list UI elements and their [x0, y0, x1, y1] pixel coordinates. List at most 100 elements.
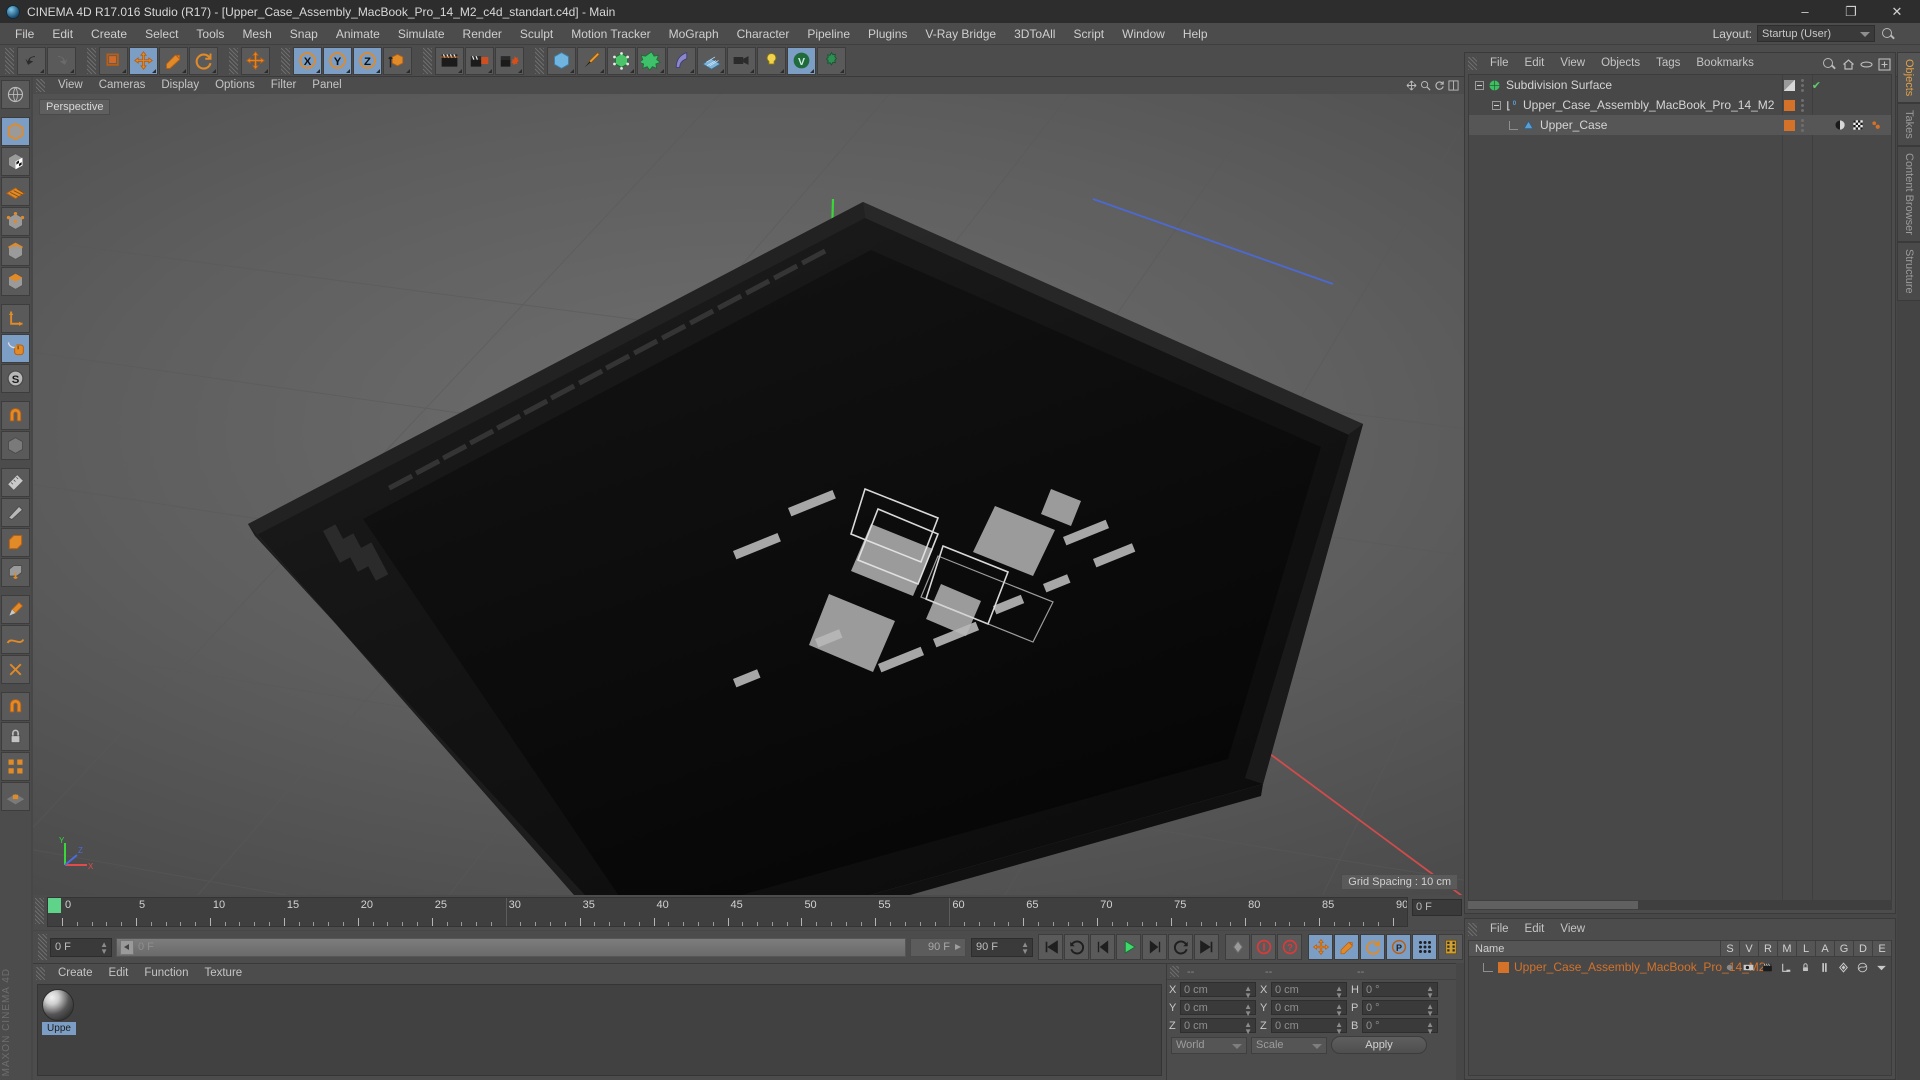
layer-menu-view[interactable]: View	[1552, 920, 1593, 938]
menu-item-pipeline[interactable]: Pipeline	[798, 23, 859, 45]
viewport-menu-panel[interactable]: Panel	[304, 77, 349, 94]
coord-input-rotation-b[interactable]: 0 °▲▼	[1362, 1018, 1438, 1033]
range-end-display[interactable]: 90 F	[910, 938, 966, 957]
object-layer-swatch[interactable]	[1784, 100, 1795, 111]
expand-toggle-icon[interactable]	[1492, 101, 1501, 110]
object-layer-swatch[interactable]	[1784, 80, 1795, 91]
object-dots-icon[interactable]	[1801, 79, 1805, 94]
render-to-picture-viewer-button[interactable]	[465, 47, 494, 75]
panel-grip-icon[interactable]	[36, 79, 45, 92]
coordinate-system-dropdown[interactable]: World	[1171, 1037, 1247, 1054]
polygons-mode-button[interactable]	[1, 267, 30, 296]
object-menu-objects[interactable]: Objects	[1593, 54, 1648, 72]
play-reverse-button[interactable]	[1064, 934, 1089, 960]
coord-input-size-x[interactable]: 0 cm▲▼	[1271, 982, 1347, 997]
menu-item-motion-tracker[interactable]: Motion Tracker	[562, 23, 659, 45]
object-menu-file[interactable]: File	[1482, 54, 1517, 72]
knife-tool-button[interactable]	[1, 498, 30, 527]
search-icon[interactable]	[1880, 26, 1896, 42]
play-forward-button[interactable]	[1116, 934, 1141, 960]
undo-button[interactable]	[17, 47, 46, 75]
object-row[interactable]: Upper_Case	[1469, 115, 1891, 135]
viewport-menu-display[interactable]: Display	[153, 77, 207, 94]
menu-item-help[interactable]: Help	[1174, 23, 1217, 45]
maximize-button[interactable]: ❐	[1828, 0, 1874, 23]
material-menu-texture[interactable]: Texture	[196, 964, 250, 982]
object-row[interactable]: 0Upper_Case_Assembly_MacBook_Pro_14_M2	[1469, 95, 1891, 115]
menu-item-simulate[interactable]: Simulate	[389, 23, 454, 45]
brush-tool-button[interactable]	[1, 595, 30, 624]
panel-grip-icon[interactable]	[535, 48, 544, 74]
workplane-lock-button[interactable]	[1, 782, 30, 811]
object-layer-swatch[interactable]	[1784, 120, 1795, 131]
spinner-icon[interactable]: ▲▼	[1426, 1021, 1434, 1035]
transform-move-button[interactable]	[241, 47, 270, 75]
panel-grip-icon[interactable]	[87, 48, 96, 74]
move-tool-button[interactable]	[129, 47, 158, 75]
add-deformer-button[interactable]	[667, 47, 696, 75]
right-tab-content-browser[interactable]: Content Browser	[1897, 146, 1920, 242]
coord-input-size-z[interactable]: 0 cm▲▼	[1271, 1018, 1347, 1033]
redo-button[interactable]	[47, 47, 76, 75]
spinner-icon[interactable]: ▲▼	[1244, 1021, 1252, 1035]
menu-item-snap[interactable]: Snap	[281, 23, 327, 45]
layer-menu-file[interactable]: File	[1482, 920, 1517, 938]
go-to-end-button[interactable]	[1194, 934, 1219, 960]
column-header-v[interactable]: V	[1739, 941, 1758, 957]
texture-mode-button[interactable]	[1, 147, 30, 176]
magnet-tool-button[interactable]	[1, 401, 30, 430]
pan-icon[interactable]	[1406, 80, 1417, 91]
menu-item-window[interactable]: Window	[1113, 23, 1174, 45]
column-header-a[interactable]: A	[1815, 941, 1834, 957]
material-item[interactable]: Uppe	[42, 989, 76, 1035]
position-key-button[interactable]	[1308, 934, 1333, 960]
coord-input-position-y[interactable]: 0 cm▲▼	[1180, 1000, 1256, 1015]
soft-selection-button[interactable]: S	[1, 364, 30, 393]
horizontal-scrollbar[interactable]	[1468, 900, 1892, 910]
layer-toggle-lock[interactable]	[1796, 957, 1815, 977]
add-camera-button[interactable]	[727, 47, 756, 75]
record-active-objects-button[interactable]	[1251, 934, 1276, 960]
coord-input-position-z[interactable]: 0 cm▲▼	[1180, 1018, 1256, 1033]
layer-toggle-expression[interactable]	[1872, 957, 1891, 977]
search-icon[interactable]	[1821, 56, 1837, 72]
right-tab-structure[interactable]: Structure	[1897, 242, 1920, 301]
spinner-icon[interactable]: ▲▼	[1021, 941, 1029, 955]
panel-grip-icon[interactable]	[38, 934, 47, 960]
render-settings-button[interactable]	[495, 47, 524, 75]
bevel-tool-button[interactable]	[1, 528, 30, 557]
lock-snapping-button[interactable]	[1, 722, 30, 751]
model-mode-button[interactable]	[1, 117, 30, 146]
column-header-g[interactable]: G	[1834, 941, 1853, 957]
material-menu-edit[interactable]: Edit	[101, 964, 137, 982]
column-header-e[interactable]: E	[1872, 941, 1891, 957]
loop-button[interactable]	[1168, 934, 1193, 960]
layer-toggle-render[interactable]	[1758, 957, 1777, 977]
spinner-icon[interactable]: ▲▼	[100, 941, 108, 955]
menu-item-mograph[interactable]: MoGraph	[660, 23, 728, 45]
menu-item-3dtoall[interactable]: 3DToAll	[1005, 23, 1064, 45]
menu-item-mesh[interactable]: Mesh	[233, 23, 280, 45]
go-to-start-button[interactable]	[1038, 934, 1063, 960]
menu-item-file[interactable]: File	[6, 23, 43, 45]
render-view-button[interactable]	[435, 47, 464, 75]
menu-item-tools[interactable]: Tools	[187, 23, 233, 45]
column-header-m[interactable]: M	[1777, 941, 1796, 957]
object-dots-icon[interactable]	[1801, 119, 1805, 134]
menu-item-sculpt[interactable]: Sculpt	[511, 23, 562, 45]
menu-item-character[interactable]: Character	[728, 23, 799, 45]
spinner-icon[interactable]: ▲▼	[1244, 1003, 1252, 1017]
menu-item-select[interactable]: Select	[136, 23, 187, 45]
menu-item-script[interactable]: Script	[1064, 23, 1113, 45]
rotate-icon[interactable]	[1434, 80, 1445, 91]
layer-toggle-visible[interactable]	[1739, 957, 1758, 977]
measure-tool-button[interactable]	[1, 468, 30, 497]
timeline-scrubber[interactable]: 0 F	[116, 938, 906, 957]
edges-mode-button[interactable]	[1, 237, 30, 266]
column-header-l[interactable]: L	[1796, 941, 1815, 957]
end-frame-field[interactable]: 90 F ▲▼	[971, 938, 1033, 957]
spinner-icon[interactable]: ▲▼	[1335, 1003, 1343, 1017]
panel-grip-icon[interactable]	[1468, 923, 1477, 936]
add-cube-button[interactable]	[547, 47, 576, 75]
world-object-coord-button[interactable]	[383, 47, 412, 75]
